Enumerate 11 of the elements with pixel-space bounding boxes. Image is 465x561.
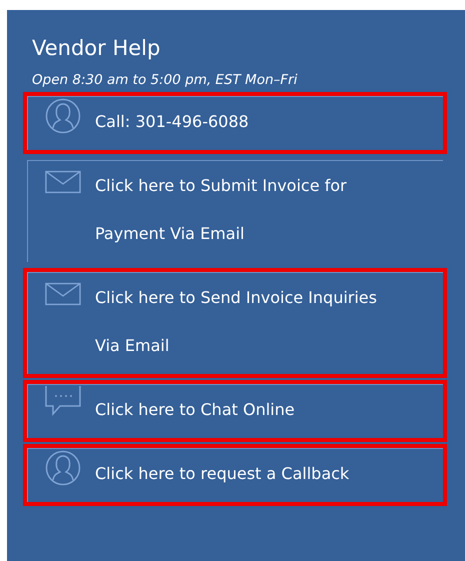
chat-bubble-icon [45,386,81,416]
help-link[interactable]: Click here to request a Callback [23,444,447,506]
envelope-icon [45,170,81,194]
person-icon [45,450,81,486]
help-link[interactable]: Click here to Send Invoice Inquiries Via Email [23,268,447,378]
panel-title: Vendor Help [32,36,162,60]
person-icon [45,98,81,134]
envelope-icon [45,282,81,306]
help-link[interactable]: Call: 301-496-6088 [23,92,447,154]
office-hours: Open 8:30 am to 5:00 pm, EST Mon–Fri [32,72,298,88]
help-link[interactable]: Click here to Chat Online [23,380,447,442]
